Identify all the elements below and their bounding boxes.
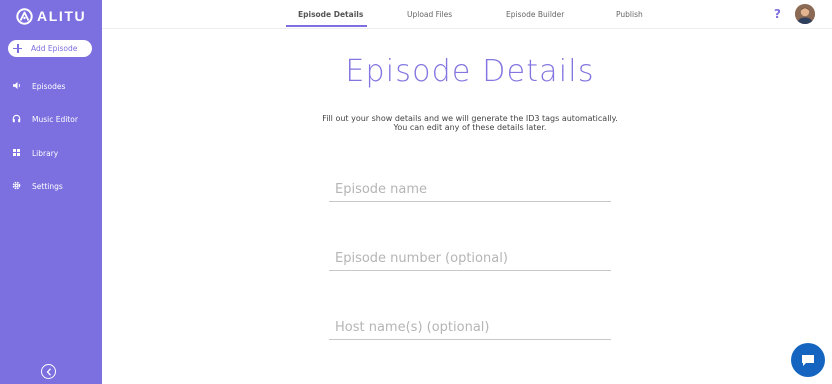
- headphones-icon: [12, 114, 21, 123]
- sidebar-item-label: Episodes: [32, 81, 66, 91]
- add-episode-label: Add Episode: [31, 44, 78, 53]
- sidebar-item-episodes[interactable]: Episodes: [0, 76, 102, 96]
- tab-publish[interactable]: Publish: [616, 0, 643, 28]
- sidebar-item-music-editor[interactable]: Music Editor: [0, 109, 102, 129]
- episode-number-input[interactable]: [335, 251, 605, 266]
- avatar[interactable]: [795, 4, 815, 24]
- collapse-sidebar-button[interactable]: [41, 364, 56, 379]
- brand-name: ALITU: [37, 8, 87, 24]
- tab-episode-details[interactable]: Episode Details: [298, 0, 363, 28]
- help-icon[interactable]: ?: [774, 7, 781, 21]
- chevron-left-icon: [46, 367, 51, 376]
- sidebar-item-library[interactable]: Library: [0, 143, 102, 163]
- active-tab-indicator: [286, 25, 367, 27]
- user-photo-icon: [795, 4, 815, 24]
- tab-label: Episode Builder: [506, 10, 565, 19]
- sidebar-item-settings[interactable]: Settings: [0, 176, 102, 196]
- add-episode-button[interactable]: Add Episode: [8, 40, 92, 57]
- gear-icon: [12, 181, 21, 190]
- tab-label: Episode Details: [298, 10, 364, 19]
- grid-icon: [12, 148, 21, 157]
- episode-number-field: [329, 244, 611, 271]
- page-title: Episode Details: [345, 54, 595, 89]
- page-subtitle: Fill out your show details and we will g…: [322, 114, 618, 132]
- sidebar-item-label: Music Editor: [32, 114, 78, 124]
- tab-label: Publish: [616, 10, 643, 19]
- plus-icon: [13, 44, 22, 53]
- speaker-icon: [12, 81, 21, 90]
- sidebar-item-label: Library: [32, 148, 59, 158]
- host-names-input[interactable]: [335, 320, 605, 335]
- top-bar: [102, 0, 832, 29]
- chat-icon: [802, 355, 814, 366]
- episode-name-input[interactable]: [335, 182, 605, 197]
- sidebar: ALITU Add Episode Episodes Music Editor …: [0, 0, 102, 384]
- episode-name-field: [329, 175, 611, 202]
- sidebar-item-label: Settings: [32, 181, 63, 191]
- tab-upload-files[interactable]: Upload Files: [407, 0, 452, 28]
- tab-label: Upload Files: [407, 10, 453, 19]
- logo-icon: [16, 7, 33, 25]
- host-names-field: [329, 313, 611, 340]
- tab-episode-builder[interactable]: Episode Builder: [506, 0, 564, 28]
- alitu-logo[interactable]: ALITU: [16, 7, 86, 25]
- chat-button[interactable]: [791, 343, 825, 377]
